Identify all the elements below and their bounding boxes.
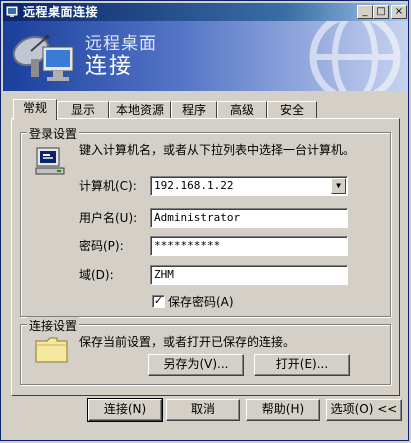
connection-settings-group: 连接设置 保存当前设置，或者打开已保存的连接。 另存为(V)... 打开(E).… (20, 317, 391, 385)
tab-programs[interactable]: 程序 (171, 101, 217, 119)
computer-value: 192.168.1.22 (154, 179, 234, 192)
login-settings-legend: 登录设置 (27, 125, 80, 142)
remote-desktop-icon (6, 6, 18, 17)
username-value: Administrator (154, 211, 241, 224)
tab-general[interactable]: 常规 (13, 99, 57, 120)
username-input[interactable]: Administrator (150, 208, 348, 228)
tab-display[interactable]: 显示 (57, 101, 109, 119)
connection-description: 保存当前设置，或者打开已保存的连接。 (79, 335, 296, 349)
login-settings-group: 登录设置 键入计算机名，或者从下拉列表中选择一台计算机。 计算机(C): 192… (20, 125, 391, 317)
close-button[interactable]: × (391, 5, 407, 19)
chevron-down-icon[interactable]: ▼ (331, 178, 346, 194)
tab-security[interactable]: 安全 (267, 101, 317, 119)
domain-value: ZHM (154, 268, 174, 281)
help-button[interactable]: 帮助(H) (246, 399, 320, 421)
remote-desktop-window: 远程桌面连接 _ □ × 远程桌面 连接 常规 显示 本地资源 程序 高级 安全 (0, 0, 409, 441)
open-button[interactable]: 打开(E)... (254, 354, 350, 376)
computer-label: 计算机(C): (79, 179, 137, 193)
save-password-checkbox[interactable]: ✓ (152, 295, 165, 308)
folder-icon (35, 337, 68, 363)
password-input[interactable]: ********** (150, 236, 348, 256)
login-description: 键入计算机名，或者从下拉列表中选择一台计算机。 (79, 143, 356, 157)
computer-icon (35, 147, 65, 175)
domain-input[interactable]: ZHM (150, 265, 348, 285)
connection-settings-legend: 连接设置 (27, 317, 80, 334)
banner-line-2: 连接 (85, 54, 134, 79)
maximize-button[interactable]: □ (373, 5, 389, 19)
general-tab-panel: 登录设置 键入计算机名，或者从下拉列表中选择一台计算机。 计算机(C): 192… (11, 118, 400, 396)
tab-local-resources[interactable]: 本地资源 (109, 101, 171, 119)
header-banner: 远程桌面 连接 (3, 21, 408, 91)
save-password-label[interactable]: 保存密码(A) (168, 295, 234, 309)
tab-advanced[interactable]: 高级 (217, 101, 267, 119)
connect-button[interactable]: 连接(N) (87, 398, 163, 422)
cancel-button[interactable]: 取消 (166, 399, 240, 421)
domain-label: 域(D): (79, 268, 114, 282)
satellite-monitor-icon (12, 35, 74, 81)
password-value: ********** (154, 239, 221, 252)
title-bar[interactable]: 远程桌面连接 _ □ × (3, 3, 408, 21)
banner-globe-decoration (309, 21, 401, 91)
options-button[interactable]: 选项(O) << (326, 399, 402, 421)
password-label: 密码(P): (79, 239, 124, 253)
username-label: 用户名(U): (79, 211, 138, 225)
save-as-button[interactable]: 另存为(V)... (148, 354, 244, 376)
minimize-button[interactable]: _ (357, 5, 373, 19)
window-title: 远程桌面连接 (23, 5, 99, 19)
computer-combobox[interactable]: 192.168.1.22 ▼ (150, 176, 348, 196)
